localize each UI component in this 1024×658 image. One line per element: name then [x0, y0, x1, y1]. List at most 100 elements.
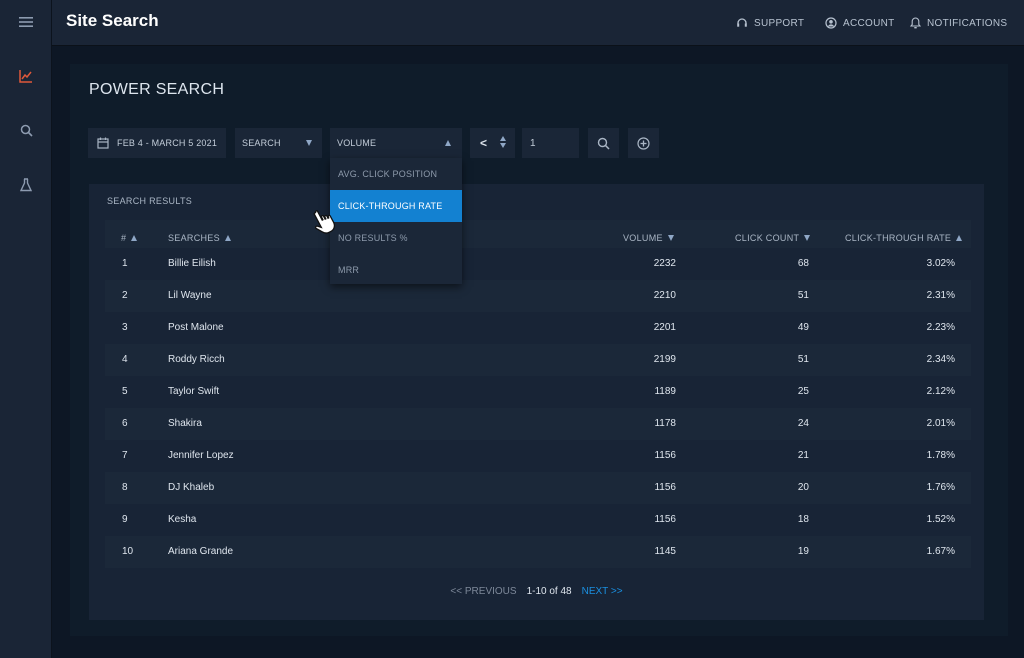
row-volume: 1189	[654, 386, 676, 397]
value-input[interactable]: 1	[522, 128, 579, 158]
row-ctr: 1.67%	[926, 546, 955, 557]
row-ctr: 2.23%	[926, 322, 955, 333]
row-index: 7	[122, 450, 128, 461]
column-index[interactable]: #	[121, 233, 138, 243]
pagination: << PREVIOUS 1-10 of 48 NEXT >>	[89, 586, 984, 597]
row-clicks: 51	[797, 290, 809, 301]
sort-up-icon	[956, 235, 963, 241]
row-index: 10	[122, 546, 134, 557]
date-range-label: FEB 4 - MARCH 5 2021	[117, 138, 218, 148]
table-row[interactable]: 10 Ariana Grande 1145 19 1.67%	[105, 536, 971, 568]
row-clicks: 51	[797, 354, 809, 365]
row-ctr: 2.12%	[926, 386, 955, 397]
row-volume: 2199	[653, 354, 676, 365]
row-index: 8	[122, 482, 128, 493]
account-link[interactable]: ACCOUNT	[825, 17, 895, 29]
flask-icon[interactable]	[17, 176, 35, 194]
row-index: 6	[122, 418, 128, 429]
support-link[interactable]: SUPPORT	[736, 17, 804, 29]
table-row[interactable]: 1 Billie Eilish 2232 68 3.02%	[105, 248, 971, 280]
row-search: Kesha	[168, 514, 197, 525]
dropdown-option[interactable]: NO RESULTS %	[330, 222, 462, 254]
date-range-picker[interactable]: FEB 4 - MARCH 5 2021	[88, 128, 226, 158]
chevron-up-icon	[445, 140, 451, 146]
sort-up-icon	[224, 235, 231, 241]
row-ctr: 2.31%	[926, 290, 955, 301]
row-clicks: 21	[797, 450, 809, 461]
sort-up-icon	[131, 235, 138, 241]
row-volume: 2201	[653, 322, 676, 333]
row-clicks: 25	[797, 386, 809, 397]
row-clicks: 18	[797, 514, 809, 525]
menu-icon[interactable]	[17, 13, 35, 31]
operator-select[interactable]: <	[470, 128, 515, 158]
chevron-down-icon	[306, 140, 312, 146]
row-clicks: 49	[797, 322, 809, 333]
row-search: Post Malone	[168, 322, 224, 333]
column-index-label: #	[121, 233, 127, 243]
search-results-card: SEARCH RESULTS # SEARCHES VOLUME CLICK C…	[89, 184, 984, 620]
metric-select[interactable]: VOLUME	[330, 128, 462, 158]
column-click-count[interactable]: CLICK COUNT	[735, 233, 811, 243]
support-label: SUPPORT	[754, 17, 805, 29]
operator-value: <	[480, 136, 488, 150]
row-ctr: 1.52%	[926, 514, 955, 525]
row-volume: 1178	[654, 418, 676, 429]
row-clicks: 19	[797, 546, 809, 557]
notifications-link[interactable]: NOTIFICATIONS	[910, 17, 1007, 29]
row-index: 4	[122, 354, 128, 365]
dropdown-option[interactable]: AVG. CLICK POSITION	[330, 158, 462, 190]
table-row[interactable]: 4 Roddy Ricch 2199 51 2.34%	[105, 344, 971, 376]
column-click-count-label: CLICK COUNT	[735, 233, 800, 243]
search-field-select[interactable]: SEARCH	[235, 128, 322, 158]
row-search: Ariana Grande	[168, 546, 234, 557]
previous-link[interactable]: << PREVIOUS	[450, 586, 516, 597]
row-clicks: 24	[797, 418, 809, 429]
left-rail	[0, 0, 52, 658]
table-row[interactable]: 6 Shakira 1178 24 2.01%	[105, 408, 971, 440]
column-ctr[interactable]: CLICK-THROUGH RATE	[845, 233, 963, 243]
search-icon[interactable]	[17, 121, 35, 139]
row-volume: 2210	[653, 290, 676, 301]
search-button[interactable]	[588, 128, 619, 158]
row-search: Shakira	[168, 418, 202, 429]
next-link[interactable]: NEXT >>	[582, 586, 623, 597]
dropdown-option[interactable]: MRR	[330, 254, 462, 286]
add-filter-button[interactable]	[628, 128, 659, 158]
row-ctr: 2.34%	[926, 354, 955, 365]
power-search-panel: POWER SEARCH FEB 4 - MARCH 5 2021 SEARCH…	[70, 64, 1008, 636]
row-ctr: 2.01%	[926, 418, 955, 429]
table-row[interactable]: 2 Lil Wayne 2210 51 2.31%	[105, 280, 971, 312]
table-row[interactable]: 5 Taylor Swift 1189 25 2.12%	[105, 376, 971, 408]
account-label: ACCOUNT	[843, 17, 895, 29]
row-search: DJ Khaleb	[168, 482, 215, 493]
table-row[interactable]: 7 Jennifer Lopez 1156 21 1.78%	[105, 440, 971, 472]
table-row[interactable]: 3 Post Malone 2201 49 2.23%	[105, 312, 971, 344]
hand-cursor-icon	[311, 208, 337, 236]
table-row[interactable]: 8 DJ Khaleb 1156 20 1.76%	[105, 472, 971, 504]
row-index: 1	[122, 258, 128, 269]
calendar-icon	[97, 137, 109, 149]
row-search: Billie Eilish	[168, 258, 216, 269]
notifications-label: NOTIFICATIONS	[927, 17, 1008, 29]
column-volume-label: VOLUME	[623, 233, 663, 243]
page-range: 1-10 of 48	[526, 586, 572, 597]
row-index: 2	[122, 290, 128, 301]
row-search: Lil Wayne	[168, 290, 212, 301]
column-volume[interactable]: VOLUME	[623, 233, 674, 243]
headset-icon	[737, 18, 747, 27]
row-search: Jennifer Lopez	[168, 450, 234, 461]
row-ctr: 3.02%	[926, 258, 955, 269]
row-volume: 2232	[653, 258, 676, 269]
table-row[interactable]: 9 Kesha 1156 18 1.52%	[105, 504, 971, 536]
search-field-label: SEARCH	[242, 138, 281, 148]
column-searches[interactable]: SEARCHES	[168, 233, 231, 243]
row-volume: 1156	[654, 482, 676, 493]
value-input-text: 1	[530, 137, 536, 149]
plus-circle-icon	[637, 136, 650, 150]
row-ctr: 1.76%	[926, 482, 955, 493]
dropdown-option-selected[interactable]: CLICK-THROUGH RATE	[330, 190, 462, 222]
chart-icon[interactable]	[17, 67, 35, 85]
row-index: 5	[122, 386, 128, 397]
row-clicks: 20	[797, 482, 809, 493]
